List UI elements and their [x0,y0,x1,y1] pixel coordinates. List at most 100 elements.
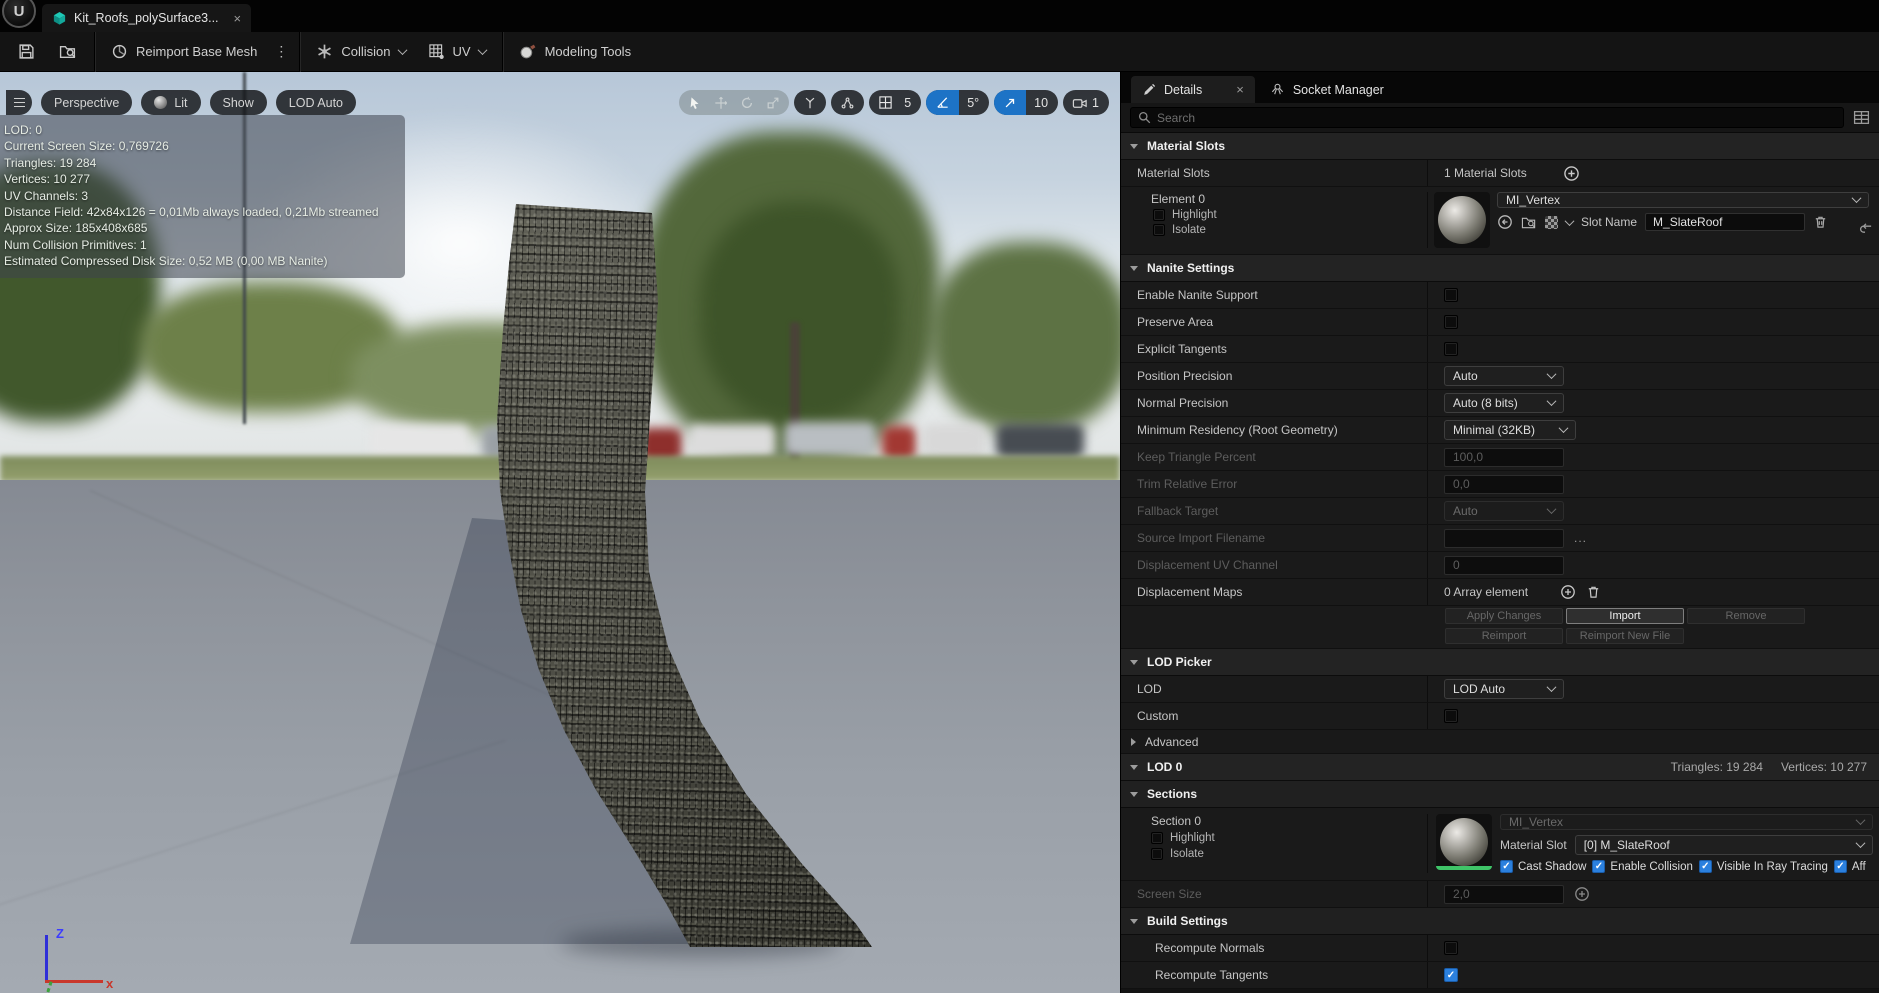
section-highlight-checkbox[interactable] [1151,832,1163,844]
material-thumbnail[interactable] [1434,192,1490,248]
browse-file-button[interactable]: ... [1574,531,1587,545]
cast-shadow-checkbox[interactable]: ✓ [1500,860,1513,873]
import-button[interactable]: Import [1566,608,1684,624]
recompute-normals-checkbox[interactable] [1444,941,1458,955]
chevron-down-icon[interactable] [1565,216,1575,226]
minimum-residency-dropdown[interactable]: Minimal (32KB) [1444,420,1576,440]
reimport-new-file-button: Reimport New File [1566,628,1684,644]
highlight-toggle[interactable]: Highlight [1151,209,1427,221]
camera-speed-control[interactable]: 1 [1063,90,1109,115]
scale-snap-control[interactable]: 10 [994,90,1058,115]
category-sections[interactable]: Sections [1121,781,1879,808]
explicit-tangents-row: Explicit Tangents [1121,336,1879,363]
delete-slot-icon[interactable] [1813,214,1828,230]
reimport-base-mesh-button[interactable]: Reimport Base Mesh [100,32,268,72]
material-picker-icon[interactable] [1545,216,1558,229]
reimport-options-menu[interactable]: ⋮ [268,32,294,72]
visible-ray-tracing-toggle[interactable]: ✓Visible In Ray Tracing [1699,860,1828,873]
section-material-thumbnail[interactable] [1436,814,1492,870]
search-box[interactable] [1130,107,1844,128]
uv-menu-button[interactable]: UV [417,32,497,72]
slot-name-label: Slot Name [1581,215,1637,229]
add-screen-size-icon[interactable] [1574,886,1590,902]
add-array-element-icon[interactable] [1560,584,1576,600]
add-material-slot-icon[interactable] [1563,165,1580,182]
clear-array-icon[interactable] [1586,584,1601,600]
car [784,422,876,456]
chevron-down-icon [1856,838,1866,848]
position-precision-dropdown[interactable]: Auto [1444,366,1564,386]
reimport-button: Reimport [1445,628,1563,644]
section-isolate-checkbox[interactable] [1151,848,1163,860]
viewport-options-menu[interactable] [6,90,32,115]
lod-dropdown[interactable]: LOD Auto [1444,679,1564,699]
move-tool-icon[interactable] [714,96,728,110]
custom-checkbox[interactable] [1444,709,1458,723]
camera-speed-value[interactable]: 1 [1090,96,1109,110]
section-isolate-toggle[interactable]: Isolate [1151,848,1427,860]
explicit-tangents-checkbox[interactable] [1444,342,1458,356]
grid-snap-control[interactable]: 5 [869,90,921,115]
preserve-area-checkbox[interactable] [1444,315,1458,329]
3d-viewport[interactable]: Perspective Lit Show LOD Auto [0,72,1120,993]
recompute-normals-row: Recompute Normals [1121,935,1879,962]
angle-snap-control[interactable]: 5° [926,90,989,115]
scale-snap-value[interactable]: 10 [1026,96,1058,110]
tab-close-icon[interactable]: × [234,12,242,25]
reset-to-default-icon[interactable] [1858,222,1873,236]
rotate-tool-icon[interactable] [740,96,754,110]
category-material-slots[interactable]: Material Slots [1121,133,1879,160]
surface-snapping-button[interactable] [831,90,864,115]
scale-tool-icon[interactable] [766,96,780,110]
select-tool-icon[interactable] [688,96,702,110]
normal-precision-dropdown[interactable]: Auto (8 bits) [1444,393,1564,413]
affect-checkbox[interactable]: ✓ [1834,860,1847,873]
browse-to-asset-icon[interactable] [1521,215,1537,230]
enable-nanite-checkbox[interactable] [1444,288,1458,302]
affect-toggle[interactable]: ✓Aff [1834,860,1866,873]
tab-socket-manager[interactable]: Socket Manager [1259,76,1395,103]
isolate-checkbox[interactable] [1153,224,1165,236]
show-menu-button[interactable]: Show [210,90,267,115]
isolate-toggle[interactable]: Isolate [1151,224,1427,236]
material-slot-dropdown[interactable]: [0] M_SlateRoof [1575,835,1873,855]
lod0-vertices: Vertices: 10 277 [1781,760,1867,774]
category-nanite-settings[interactable]: Nanite Settings [1121,255,1879,282]
enable-collision-checkbox[interactable]: ✓ [1592,860,1605,873]
category-lod0[interactable]: LOD 0 Triangles: 19 284 Vertices: 10 277 [1121,754,1879,781]
use-selected-asset-icon[interactable] [1497,214,1513,230]
coordinate-system-button[interactable] [794,90,826,115]
stat-line: Estimated Compressed Disk Size: 0,52 MB … [4,253,395,269]
section-highlight-toggle[interactable]: Highlight [1151,832,1427,844]
perspective-button[interactable]: Perspective [41,90,132,115]
find-in-content-browser-button[interactable] [47,32,89,72]
lod-auto-button[interactable]: LOD Auto [276,90,356,115]
stat-line: Distance Field: 42x84x126 = 0,01Mb alway… [4,204,395,220]
recompute-tangents-checkbox[interactable]: ✓ [1444,968,1458,982]
collision-menu-button[interactable]: Collision [305,32,416,72]
collapse-triangle-icon [1130,660,1138,665]
tab-close-icon[interactable]: × [1236,82,1244,97]
grid-snap-value[interactable]: 5 [902,96,921,110]
source-import-filename-field [1444,529,1564,548]
modeling-tools-button[interactable]: Modeling Tools [508,32,642,72]
angle-snap-value[interactable]: 5° [959,96,989,110]
asset-tab[interactable]: Kit_Roofs_polySurface3... × [42,4,251,32]
category-lod-picker[interactable]: LOD Picker [1121,649,1879,676]
search-input[interactable] [1157,111,1836,125]
tab-details[interactable]: Details × [1131,76,1255,103]
unreal-logo[interactable]: U [0,0,40,32]
visible-ray-tracing-checkbox[interactable]: ✓ [1699,860,1712,873]
save-icon [18,43,35,60]
slot-name-input[interactable] [1645,213,1805,231]
save-button[interactable] [6,32,47,72]
lit-mode-button[interactable]: Lit [141,90,200,115]
cast-shadow-toggle[interactable]: ✓Cast Shadow [1500,860,1586,873]
category-build-settings[interactable]: Build Settings [1121,908,1879,935]
display-options-icon[interactable] [1853,109,1870,126]
highlight-checkbox[interactable] [1153,209,1165,221]
nanite-buttons-row-2: Reimport Reimport New File [1121,626,1879,649]
enable-collision-toggle[interactable]: ✓Enable Collision [1592,860,1692,873]
advanced-expander[interactable]: Advanced [1121,730,1879,754]
material-dropdown[interactable]: MI_Vertex [1497,192,1869,208]
